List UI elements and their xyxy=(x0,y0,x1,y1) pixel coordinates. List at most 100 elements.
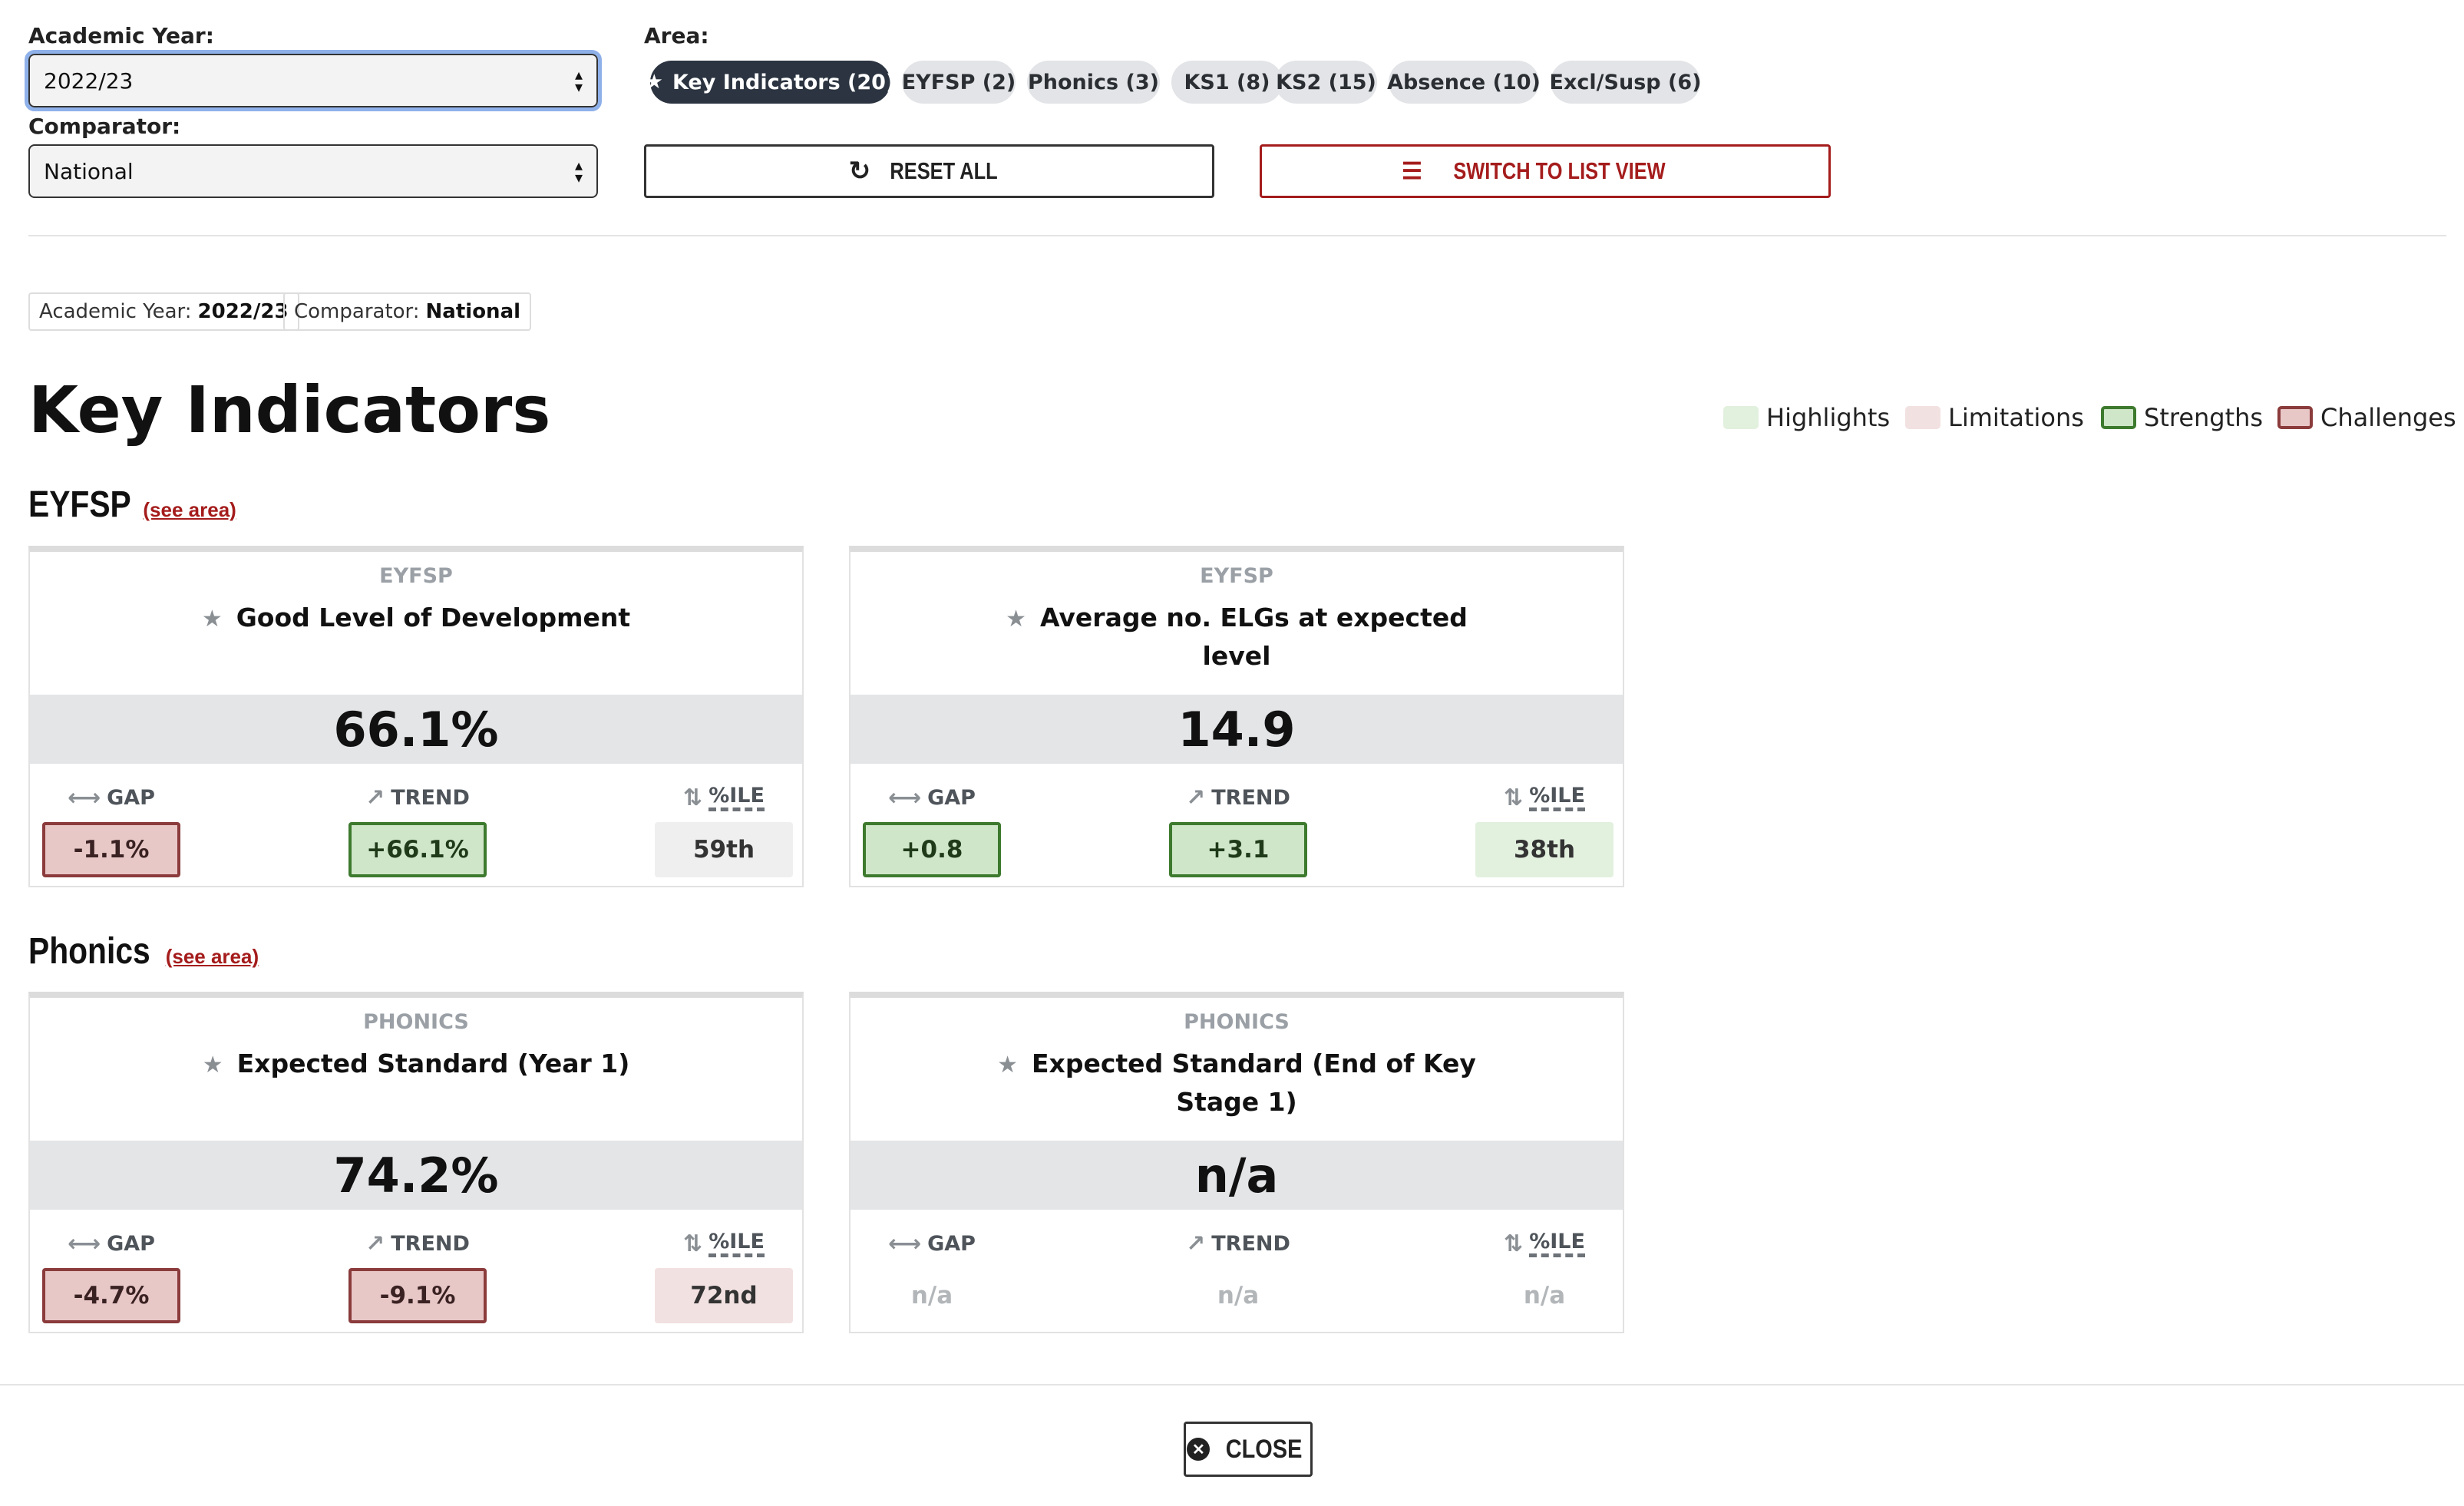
chip-label: Absence (10) xyxy=(1387,70,1541,94)
applied-tag-academic-year: Academic Year: 2022/23 xyxy=(28,292,299,331)
chip-label: KS2 (15) xyxy=(1276,70,1376,94)
metric-trend: ↗ TREND +66.1% xyxy=(348,782,487,877)
select-arrows-icon: ▴ ▾ xyxy=(574,65,583,96)
legend-swatch xyxy=(2277,406,2313,429)
metric-trend-value: -9.1% xyxy=(348,1268,487,1323)
tag-key: Comparator: xyxy=(294,300,420,323)
metric-trend-value: +3.1 xyxy=(1169,822,1307,877)
close-label: CLOSE xyxy=(1226,1434,1303,1464)
card-name-text: Average no. ELGs at expected level xyxy=(1040,603,1468,671)
metric-trend-label: TREND xyxy=(1211,1231,1290,1256)
indicator-card[interactable]: PHONICS ★ Expected Standard (End of Key S… xyxy=(849,992,1624,1333)
gap-icon: ⟷ xyxy=(888,784,922,811)
refresh-icon: ↻ xyxy=(848,157,871,186)
close-button[interactable]: ✕ CLOSE xyxy=(1184,1422,1313,1477)
trend-icon: ↗ xyxy=(365,784,385,811)
chip-label: KS1 (8) xyxy=(1184,70,1270,94)
metric-trend-value: +66.1% xyxy=(348,822,487,877)
card-name-text: Expected Standard (End of Key Stage 1) xyxy=(1032,1049,1476,1117)
metric-gap-label: GAP xyxy=(927,1231,976,1256)
card-name-text: Good Level of Development xyxy=(236,603,631,632)
sort-icon: ⇅ xyxy=(1504,784,1524,811)
chip-label: EYFSP (2) xyxy=(901,70,1016,94)
metric-gap: ⟷ GAP +0.8 xyxy=(863,782,1001,877)
legend-label: Highlights xyxy=(1766,403,1891,432)
star-icon[interactable]: ★ xyxy=(1006,606,1026,632)
academic-year-select[interactable]: 2022/23 ▴ ▾ xyxy=(25,50,602,111)
sort-icon: ⇅ xyxy=(1504,1230,1524,1257)
metric-trend: ↗ TREND n/a xyxy=(1169,1228,1307,1323)
chip-label: Key Indicators (20) xyxy=(672,70,896,94)
switch-to-list-view-label: SWITCH TO LIST VIEW xyxy=(1453,157,1666,184)
metric-gap: ⟷ GAP -1.1% xyxy=(42,782,180,877)
chip-ks2[interactable]: KS2 (15) xyxy=(1275,61,1377,104)
metric-percentile-label[interactable]: %ILE xyxy=(1529,1230,1585,1257)
indicator-card[interactable]: PHONICS ★ Expected Standard (Year 1) 74.2… xyxy=(28,992,804,1333)
legend-label: Strengths xyxy=(2144,403,2264,432)
section-title-text: Phonics xyxy=(28,931,150,972)
reset-all-button[interactable]: ↻ RESET ALL xyxy=(644,144,1214,198)
card-value: n/a xyxy=(851,1141,1623,1210)
legend-limitations: Limitations xyxy=(1905,401,2084,434)
chip-key-indicators[interactable]: ★ Key Indicators (20) xyxy=(646,61,895,104)
chip-label: Excl/Susp (6) xyxy=(1549,70,1702,94)
sort-icon: ⇅ xyxy=(683,784,703,811)
metric-percentile-value: 59th xyxy=(655,822,793,877)
section-title-phonics: Phonics (see area) xyxy=(28,930,259,973)
legend-label: Limitations xyxy=(1948,403,2084,432)
metric-gap-label: GAP xyxy=(107,1231,155,1256)
gap-icon: ⟷ xyxy=(68,1230,101,1257)
see-area-link[interactable]: (see area) xyxy=(143,498,236,522)
metric-percentile-value: n/a xyxy=(1523,1282,1566,1309)
academic-year-value: 2022/23 xyxy=(44,68,134,94)
academic-year-label: Academic Year: xyxy=(28,23,214,48)
metric-percentile-label[interactable]: %ILE xyxy=(708,1230,765,1257)
comparator-value: National xyxy=(44,158,134,184)
card-value: 66.1% xyxy=(30,695,802,764)
card-name: ★ Expected Standard (Year 1) xyxy=(30,1045,802,1084)
metric-percentile: ⇅ %ILE 38th xyxy=(1475,782,1613,877)
sort-icon: ⇅ xyxy=(683,1230,703,1257)
metric-trend: ↗ TREND +3.1 xyxy=(1169,782,1307,877)
see-area-link[interactable]: (see area) xyxy=(166,945,259,969)
chip-eyfsp[interactable]: EYFSP (2) xyxy=(902,61,1016,104)
metric-trend: ↗ TREND -9.1% xyxy=(348,1228,487,1323)
tag-key: Academic Year: xyxy=(39,300,192,323)
area-label: Area: xyxy=(644,23,709,48)
indicator-card[interactable]: EYFSP ★ Average no. ELGs at expected leve… xyxy=(849,546,1624,887)
chip-absence[interactable]: Absence (10) xyxy=(1387,61,1541,104)
metric-percentile-label[interactable]: %ILE xyxy=(1529,784,1585,811)
trend-icon: ↗ xyxy=(1186,1230,1206,1257)
metric-percentile-value: 38th xyxy=(1475,822,1613,877)
metric-trend-value: n/a xyxy=(1217,1282,1260,1309)
page-title: Key Indicators xyxy=(28,372,551,448)
legend-swatch xyxy=(1723,406,1759,429)
card-value: 14.9 xyxy=(851,695,1623,764)
star-icon[interactable]: ★ xyxy=(203,1052,223,1078)
legend-challenges: Challenges xyxy=(2277,401,2456,434)
section-title-eyfsp: EYFSP (see area) xyxy=(28,484,236,526)
metric-trend-label: TREND xyxy=(1211,785,1290,810)
section-title-text: EYFSP xyxy=(28,484,131,525)
metric-percentile: ⇅ %ILE n/a xyxy=(1475,1228,1613,1323)
star-icon[interactable]: ★ xyxy=(997,1052,1018,1078)
legend-swatch xyxy=(1905,406,1940,429)
comparator-select[interactable]: National ▴ ▾ xyxy=(28,144,598,198)
reset-all-label: RESET ALL xyxy=(890,157,998,184)
trend-icon: ↗ xyxy=(1186,784,1206,811)
card-area: PHONICS xyxy=(1184,1010,1290,1034)
card-name: ★ Good Level of Development xyxy=(30,599,802,638)
switch-to-list-view-button[interactable]: ☰ SWITCH TO LIST VIEW xyxy=(1260,144,1831,198)
chip-excl-susp[interactable]: Excl/Susp (6) xyxy=(1549,61,1702,104)
metric-gap: ⟷ GAP n/a xyxy=(863,1228,1001,1323)
star-icon[interactable]: ★ xyxy=(202,606,223,632)
chip-ks1[interactable]: KS1 (8) xyxy=(1171,61,1283,104)
indicator-card[interactable]: EYFSP ★ Good Level of Development 66.1% ⟷… xyxy=(28,546,804,887)
chip-phonics[interactable]: Phonics (3) xyxy=(1027,61,1160,104)
metric-percentile-label[interactable]: %ILE xyxy=(708,784,765,811)
star-icon: ★ xyxy=(645,71,663,94)
list-icon: ☰ xyxy=(1402,158,1422,184)
divider xyxy=(28,235,2446,236)
applied-tag-comparator: Comparator: National xyxy=(283,292,532,331)
tag-value: 2022/23 xyxy=(197,300,289,323)
